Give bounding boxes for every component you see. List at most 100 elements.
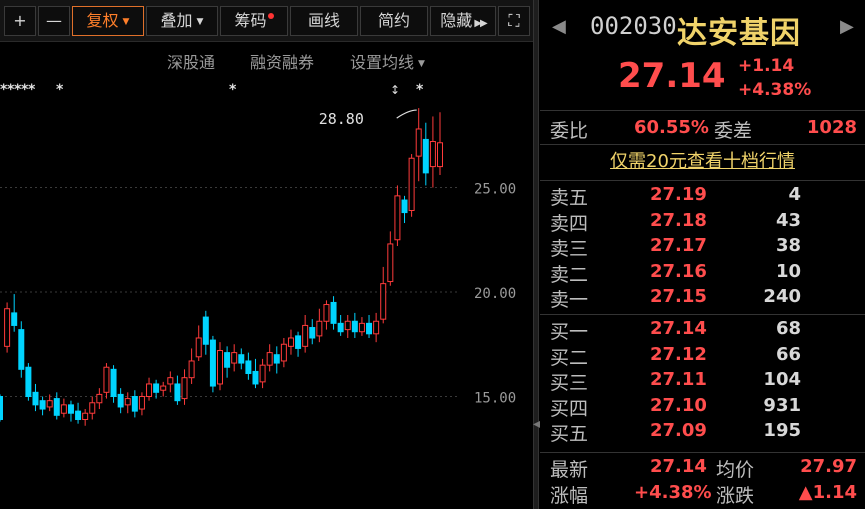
- candle-body: [437, 142, 443, 168]
- bids-volume: 104: [763, 369, 801, 391]
- candle-body: [295, 335, 302, 349]
- candle-body: [323, 304, 330, 322]
- bids-price: 27.09: [650, 420, 707, 442]
- zoom-in-button[interactable]: +: [4, 6, 36, 36]
- book-divider: [540, 314, 865, 315]
- event-marker-icon: *: [28, 82, 36, 98]
- candle-body: [160, 385, 167, 391]
- candle-body: [259, 364, 266, 383]
- candle-body: [231, 352, 238, 364]
- candle-body: [344, 320, 351, 331]
- asks-row[interactable]: 卖三 27.17 38: [540, 234, 865, 260]
- candle-body: [415, 128, 422, 157]
- bids-row[interactable]: 买二 27.12 66: [540, 343, 865, 369]
- chart-subbar: 深股通 融资融券 设置均线 ▼: [0, 42, 533, 74]
- chouma-label: 筹码: [234, 11, 267, 30]
- double-arrow-icon: ↕: [390, 83, 400, 97]
- prev-stock-icon[interactable]: ◀: [552, 16, 566, 37]
- asks-row[interactable]: 卖一 27.15 240: [540, 285, 865, 312]
- zoom-out-button[interactable]: —: [38, 6, 70, 36]
- bids-label: 买四: [550, 397, 589, 420]
- candle-body: [167, 377, 174, 385]
- candle-body: [174, 383, 181, 402]
- candle-body: [39, 400, 46, 410]
- asks-label: 卖一: [550, 289, 589, 312]
- candle-body: [238, 354, 245, 364]
- caret-down-icon: ▼: [122, 16, 130, 27]
- asks-label: 卖四: [550, 212, 589, 235]
- candle-body: [280, 343, 287, 362]
- candle-body: [408, 157, 415, 211]
- stock-code: 002030: [590, 12, 677, 40]
- bids-row[interactable]: 买四 27.10 931: [540, 394, 865, 420]
- candle-body: [209, 339, 216, 387]
- latest-value: 27.14: [650, 456, 707, 477]
- asks-row[interactable]: 卖五 27.19 4: [540, 183, 865, 209]
- yincang-label: 隐藏: [440, 11, 473, 30]
- collapse-arrow-icon[interactable]: ◀: [533, 410, 541, 440]
- fuquan-button[interactable]: 复权 ▼: [72, 6, 144, 36]
- chouma-button[interactable]: 筹码: [220, 6, 288, 36]
- change-block: +1.14 +4.38%: [738, 54, 811, 102]
- fullscreen-button[interactable]: ⛶: [498, 6, 530, 36]
- candle-body: [67, 404, 74, 414]
- fullscreen-icon: ⛶: [508, 11, 520, 30]
- candle-body: [46, 400, 53, 408]
- bids-row[interactable]: 买一 27.14 68: [540, 317, 865, 343]
- asks-price: 27.17: [650, 235, 707, 257]
- candle-body: [11, 312, 18, 326]
- candle-body: [32, 391, 39, 406]
- yincang-button[interactable]: 隐藏 ▶▶: [430, 6, 496, 36]
- candle-body: [337, 322, 344, 333]
- bids-price: 27.10: [650, 394, 707, 416]
- quote-header: ◀ 002030 达安基因 ▶ 27.14 +1.14 +4.38%: [540, 0, 865, 111]
- candle-body: [110, 368, 117, 397]
- high-price-arrow: [396, 109, 417, 119]
- jianyue-button[interactable]: 简约: [360, 6, 428, 36]
- level2-promo-link[interactable]: 仅需20元查看十档行情: [540, 146, 865, 181]
- asks-row[interactable]: 卖四 27.18 43: [540, 209, 865, 235]
- asks-row[interactable]: 卖二 27.16 10: [540, 260, 865, 286]
- pct-label: 涨幅: [550, 485, 589, 507]
- diff-label: 涨跌: [716, 485, 755, 507]
- caret-down-icon: ▼: [418, 58, 425, 69]
- candle-body: [153, 383, 160, 393]
- chart-toolbar: + — 复权 ▼ 叠加 ▼ 筹码 画线 简约 隐藏 ▶▶ ⛶: [0, 0, 533, 42]
- candle-body: [131, 396, 138, 412]
- candle-body: [53, 398, 60, 416]
- candle-body: [330, 301, 337, 324]
- weicha-label: 委差: [714, 120, 753, 142]
- candle-body: [60, 404, 67, 414]
- huaxian-button[interactable]: 画线: [290, 6, 358, 36]
- asks-label: 卖二: [550, 263, 589, 286]
- candle-body: [351, 320, 358, 333]
- weibi-row: 委比 60.55% 委差 1028: [540, 111, 865, 145]
- bids-row[interactable]: 买五 27.09 195: [540, 419, 865, 445]
- candle-body: [202, 316, 209, 345]
- bids-row[interactable]: 买三 27.11 104: [540, 368, 865, 394]
- notification-dot-icon: [267, 13, 274, 19]
- candle-body: [429, 141, 436, 168]
- asks-price: 27.19: [650, 184, 707, 205]
- candle-body: [124, 398, 131, 406]
- avg-value: 27.97: [800, 456, 857, 477]
- asks-price: 27.18: [650, 209, 707, 231]
- shengutong-link[interactable]: 深股通: [167, 49, 215, 73]
- diejia-label: 叠加: [160, 11, 193, 30]
- next-stock-icon[interactable]: ▶: [840, 16, 854, 37]
- asks-price: 27.15: [650, 286, 707, 308]
- stock-name: 达安基因: [677, 16, 801, 51]
- candle-body: [18, 329, 25, 370]
- y-tick-label: 15.00: [474, 391, 516, 407]
- candle-body: [181, 377, 188, 400]
- bids-price: 27.11: [650, 369, 707, 391]
- candle-body: [188, 360, 195, 379]
- diejia-button[interactable]: 叠加 ▼: [146, 6, 218, 36]
- candlestick-chart[interactable]: 25.0020.0015.0028.80* * * * * * * *↕: [0, 74, 533, 509]
- set-ma-label: 设置均线: [350, 53, 415, 72]
- set-ma-link[interactable]: 设置均线 ▼: [350, 49, 425, 73]
- candle-body: [401, 199, 408, 214]
- change-value: +1.14: [738, 56, 795, 76]
- candle-body: [266, 352, 273, 366]
- rongzi-link[interactable]: 融资融券: [250, 49, 314, 73]
